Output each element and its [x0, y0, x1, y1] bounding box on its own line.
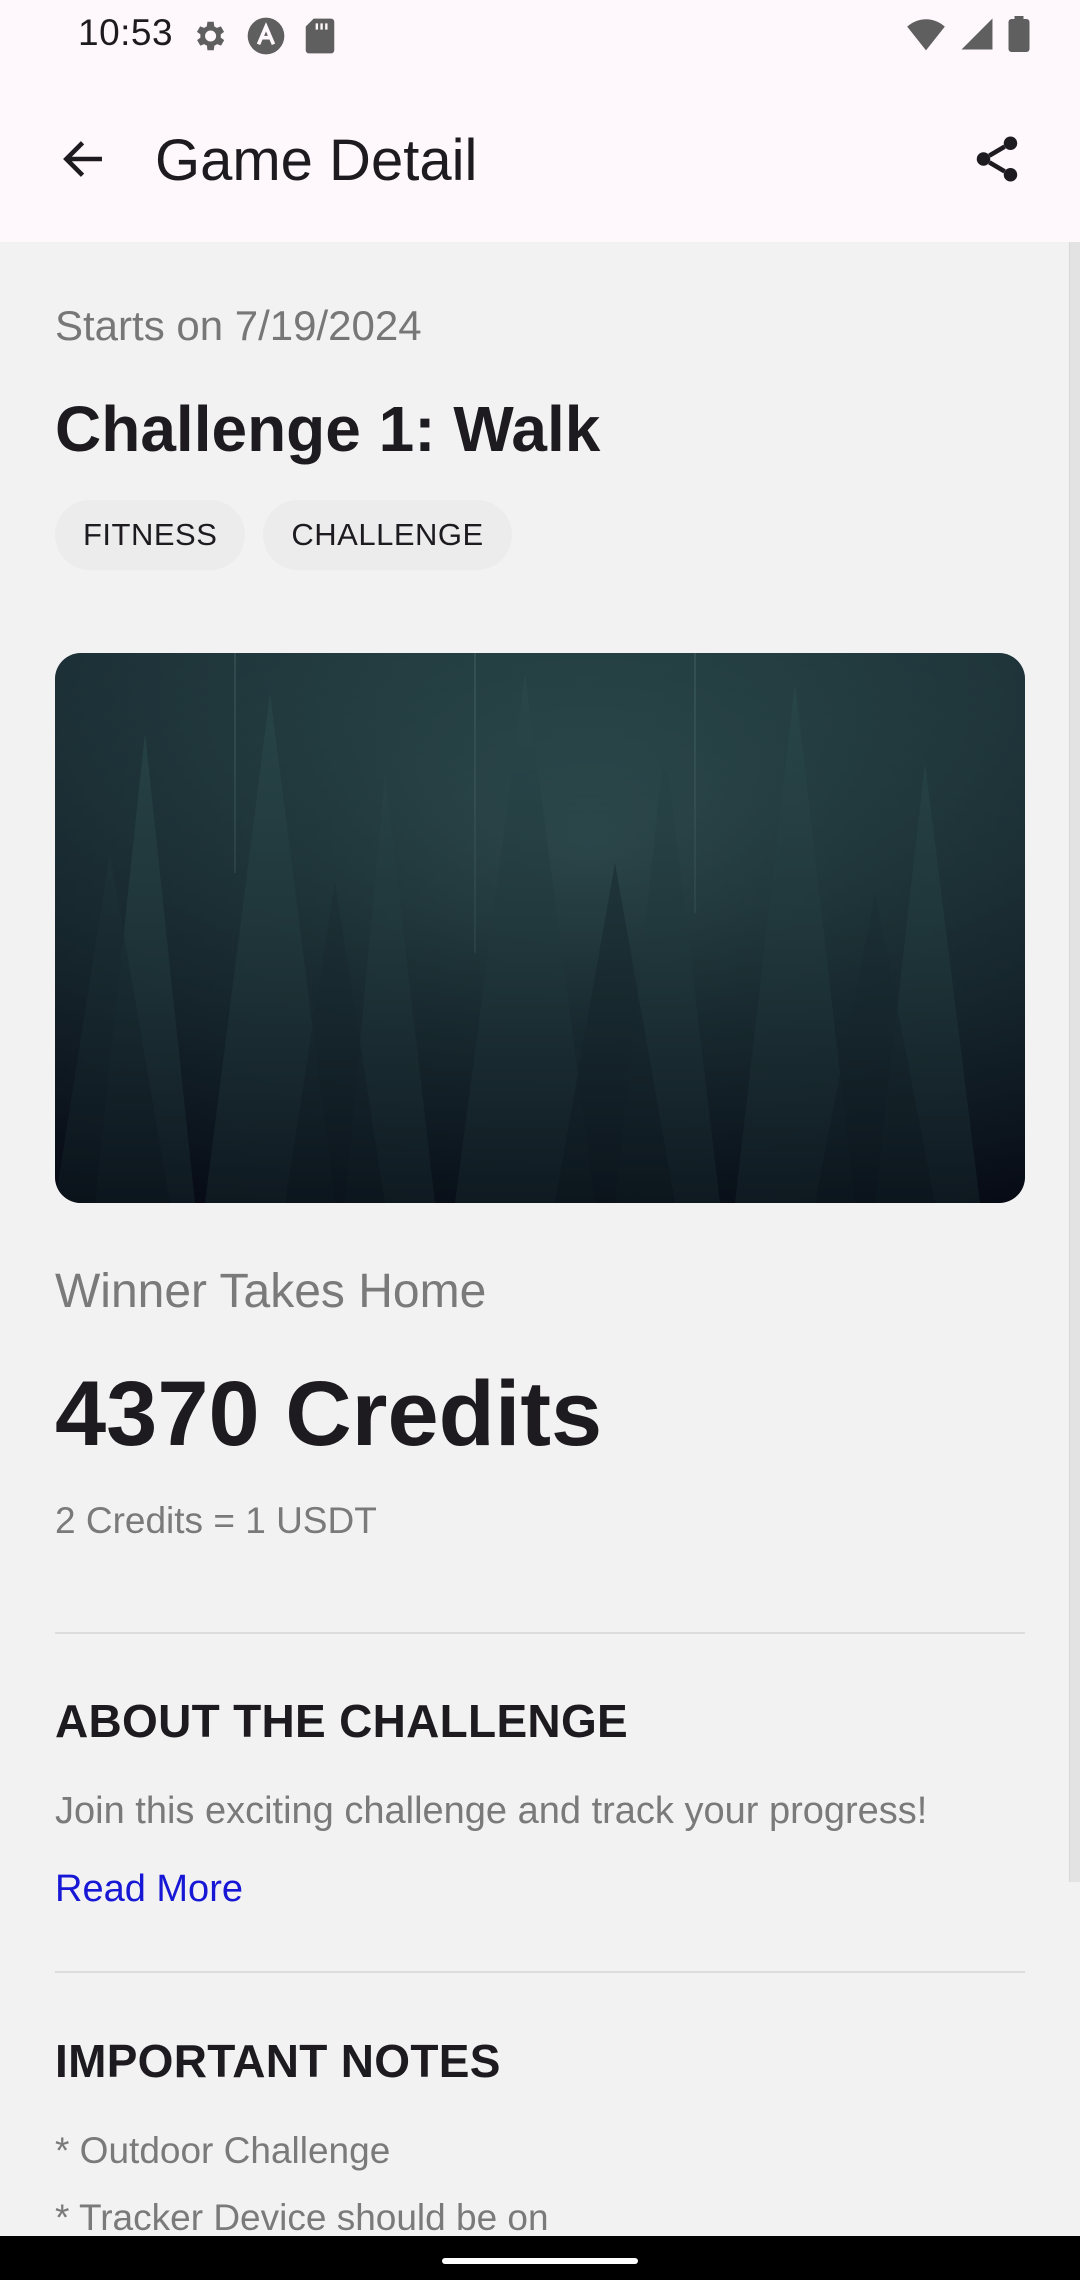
tag-fitness: FITNESS	[55, 500, 246, 570]
tag-list: FITNESS CHALLENGE	[55, 500, 512, 570]
status-icons-left	[190, 16, 336, 61]
settings-icon	[190, 17, 228, 60]
screen: 10:53 Game Detail Starts on 7/19/2024 Ch…	[0, 0, 1080, 2280]
tag-challenge: CHALLENGE	[263, 500, 512, 570]
scrollbar[interactable]	[1069, 242, 1080, 1882]
sd-card-icon	[304, 17, 336, 60]
divider	[55, 1632, 1025, 1634]
start-date: Starts on 7/19/2024	[55, 302, 422, 349]
prize-amount: 4370 Credits	[55, 1363, 603, 1465]
about-heading: ABOUT THE CHALLENGE	[55, 1695, 629, 1747]
navigation-bar	[0, 2236, 1080, 2280]
note-item: * Tracker Device should be on	[55, 2197, 549, 2236]
status-icons-right	[906, 16, 1030, 57]
back-button[interactable]	[40, 118, 126, 204]
about-description: Join this exciting challenge and track y…	[55, 1790, 928, 1832]
share-icon	[970, 132, 1024, 191]
arrow-back-icon	[58, 134, 108, 189]
share-button[interactable]	[954, 118, 1040, 204]
home-gesture-handle[interactable]	[442, 2258, 638, 2264]
app-bar: Game Detail	[0, 68, 1080, 242]
prize-label: Winner Takes Home	[55, 1265, 487, 1318]
challenge-title: Challenge 1: Walk	[55, 393, 601, 465]
divider	[55, 1971, 1025, 1973]
challenge-banner-image	[55, 653, 1025, 1203]
status-time: 10:53	[78, 12, 174, 53]
credit-conversion-rate: 2 Credits = 1 USDT	[55, 1500, 377, 1541]
status-bar: 10:53	[0, 0, 1080, 68]
note-item: * Outdoor Challenge	[55, 2130, 391, 2171]
page-title: Game Detail	[155, 128, 478, 193]
a-badge-icon	[246, 16, 286, 61]
signal-icon	[960, 16, 994, 57]
game-detail-content[interactable]: Starts on 7/19/2024 Challenge 1: Walk FI…	[0, 242, 1080, 2236]
battery-icon	[1008, 16, 1030, 57]
wifi-icon	[906, 16, 946, 57]
read-more-link[interactable]: Read More	[55, 1868, 243, 1911]
notes-heading: IMPORTANT NOTES	[55, 2035, 501, 2087]
